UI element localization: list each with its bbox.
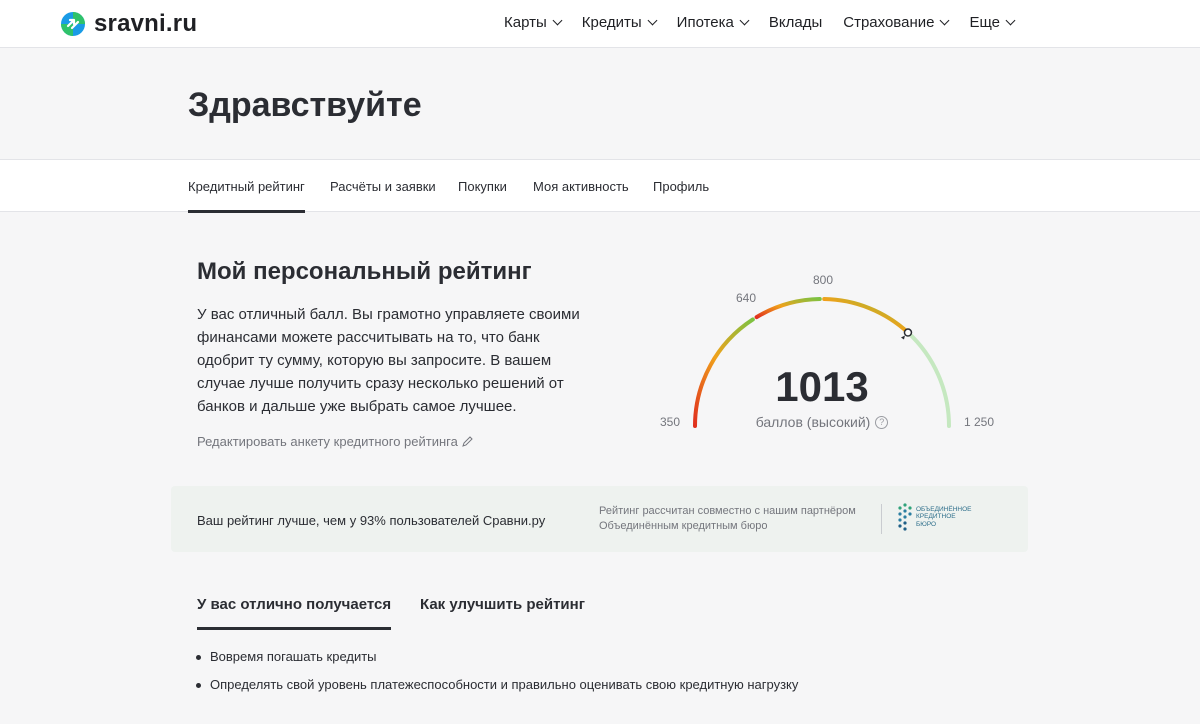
help-icon[interactable]: ?	[875, 415, 889, 429]
nav-item-mortgage[interactable]: Ипотека	[676, 14, 750, 31]
main-nav: Карты Кредиты Ипотека Вклады Страхование…	[504, 14, 1016, 31]
gauge-tick-max: 1 250	[964, 415, 995, 429]
pencil-icon	[462, 436, 473, 447]
subtab-how-to-improve[interactable]: Как улучшить рейтинг	[420, 596, 585, 613]
tab-credit-rating[interactable]: Кредитный рейтинг	[188, 179, 305, 213]
chevron-down-icon	[647, 15, 658, 26]
list-item: Определять свой уровень платежеспособнос…	[196, 676, 798, 704]
nav-item-deposits[interactable]: Вклады	[769, 14, 822, 31]
comparison-text: Ваш рейтинг лучше, чем у 93% пользовател…	[197, 513, 546, 528]
list-item: Вовремя погашать кредиты	[196, 648, 798, 676]
tab-purchases[interactable]: Покупки	[458, 179, 507, 194]
credit-score-value: 1013	[775, 363, 869, 410]
nav-label: Еще	[969, 14, 1000, 31]
logo-text: sravni.ru	[94, 10, 198, 37]
chevron-down-icon	[940, 15, 950, 26]
sravni-logo-icon	[61, 12, 85, 36]
gauge-value-marker	[903, 328, 913, 337]
gauge-tick-min: 350	[660, 415, 681, 429]
score-label: баллов (высокий) ?	[740, 414, 904, 430]
nav-label: Кредиты	[581, 14, 642, 31]
profile-tabs: Кредитный рейтинг Расчёты и заявки Покуп…	[0, 160, 1200, 213]
gauge-segment-high	[822, 297, 910, 335]
rating-description: У вас отличный балл. Вы грамотно управля…	[197, 306, 580, 415]
banner-divider	[881, 504, 882, 534]
gauge-segment-low	[693, 317, 755, 428]
nav-item-cards[interactable]: Карты	[504, 14, 563, 31]
top-header: sravni.ru Карты Кредиты Ипотека Вклады С…	[0, 0, 1200, 48]
comparison-banner: Ваш рейтинг лучше, чем у 93% пользовател…	[171, 486, 1028, 552]
partner-text: Рейтинг рассчитан совместно с нашим парт…	[599, 505, 856, 532]
tab-activity[interactable]: Моя активность	[533, 179, 629, 194]
tips-list: Вовремя погашать кредиты Определять свой…	[196, 648, 798, 704]
nav-item-credits[interactable]: Кредиты	[581, 14, 658, 31]
logo[interactable]: sravni.ru	[60, 10, 197, 38]
nav-label: Карты	[504, 14, 547, 31]
score-label-text: баллов (высокий)	[755, 414, 871, 430]
page-title: Здравствуйте	[188, 86, 422, 124]
gauge-pointer-icon	[900, 335, 905, 340]
gauge-tick-640: 640	[736, 291, 757, 305]
nav-item-insurance[interactable]: Страхование	[843, 14, 950, 31]
gauge-tick-800: 800	[813, 273, 834, 287]
chevron-down-icon	[1005, 15, 1016, 26]
subtab-doing-well[interactable]: У вас отлично получается	[197, 596, 392, 630]
okb-logo-icon	[898, 503, 912, 531]
chevron-down-icon	[552, 15, 563, 26]
okb-partner-logo: ОБЪЕДИНЁННОЕ КРЕДИТНОЕ БЮРО	[897, 502, 972, 532]
nav-label: Ипотека	[676, 14, 734, 31]
edit-link-label: Редактировать анкету кредитного рейтинга	[197, 434, 458, 449]
tab-calculations[interactable]: Расчёты и заявки	[330, 179, 436, 194]
gauge-segment-remaining	[905, 330, 951, 428]
edit-questionnaire-link[interactable]: Редактировать анкету кредитного рейтинга	[197, 434, 473, 449]
nav-label: Вклады	[768, 14, 823, 31]
gauge-segment-mid	[754, 297, 822, 320]
rating-title: Мой персональный рейтинг	[197, 258, 532, 285]
nav-label: Страхование	[843, 14, 935, 31]
chevron-down-icon	[739, 15, 750, 26]
okb-logo-text: ОБЪЕДИНЁННОЕ КРЕДИТНОЕ БЮРО	[916, 505, 972, 528]
nav-item-more[interactable]: Еще	[969, 14, 1016, 31]
greeting-section: Здравствуйте	[0, 48, 1200, 160]
tab-profile[interactable]: Профиль	[653, 179, 709, 194]
